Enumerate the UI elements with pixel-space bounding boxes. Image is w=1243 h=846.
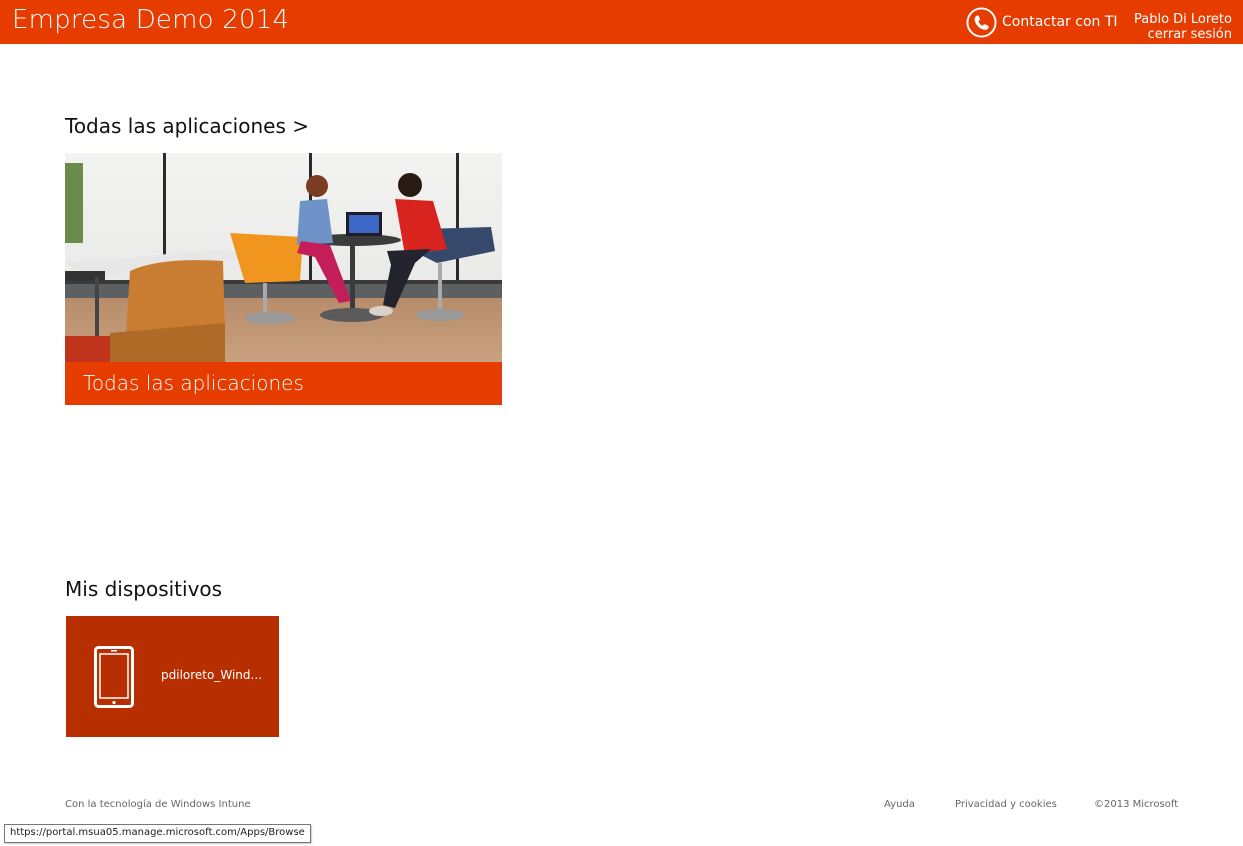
- user-area: Pablo Di Loreto cerrar sesión: [1134, 12, 1232, 42]
- signout-link[interactable]: cerrar sesión: [1134, 27, 1232, 42]
- all-apps-tile-caption: Todas las aplicaciones: [65, 362, 502, 405]
- all-apps-heading-link[interactable]: Todas las aplicaciones >: [65, 114, 309, 138]
- privacy-link[interactable]: Privacidad y cookies: [955, 799, 1057, 810]
- all-apps-tile[interactable]: Todas las aplicaciones: [65, 153, 502, 405]
- contact-it-link[interactable]: Contactar con TI: [966, 6, 1118, 38]
- copyright-text: ©2013 Microsoft: [1094, 799, 1179, 810]
- user-name: Pablo Di Loreto: [1133, 12, 1232, 27]
- my-devices-heading: Mis dispositivos: [65, 577, 223, 601]
- device-tile[interactable]: pdiloreto_Wind...: [66, 616, 279, 737]
- help-link[interactable]: Ayuda: [884, 799, 915, 810]
- phone-icon: [966, 6, 997, 38]
- tablet-icon: [94, 646, 134, 708]
- powered-by-text: Con la tecnología de Windows Intune: [65, 799, 251, 810]
- top-bar: Empresa Demo 2014 Contactar con TI Pablo…: [0, 0, 1243, 44]
- browser-status-url: https://portal.msua05.manage.microsoft.c…: [4, 824, 311, 843]
- contact-it-label: Contactar con TI: [1002, 14, 1118, 30]
- company-name: Empresa Demo 2014: [12, 5, 290, 35]
- office-people-photo: [65, 153, 502, 362]
- device-name: pdiloreto_Wind...: [161, 668, 262, 682]
